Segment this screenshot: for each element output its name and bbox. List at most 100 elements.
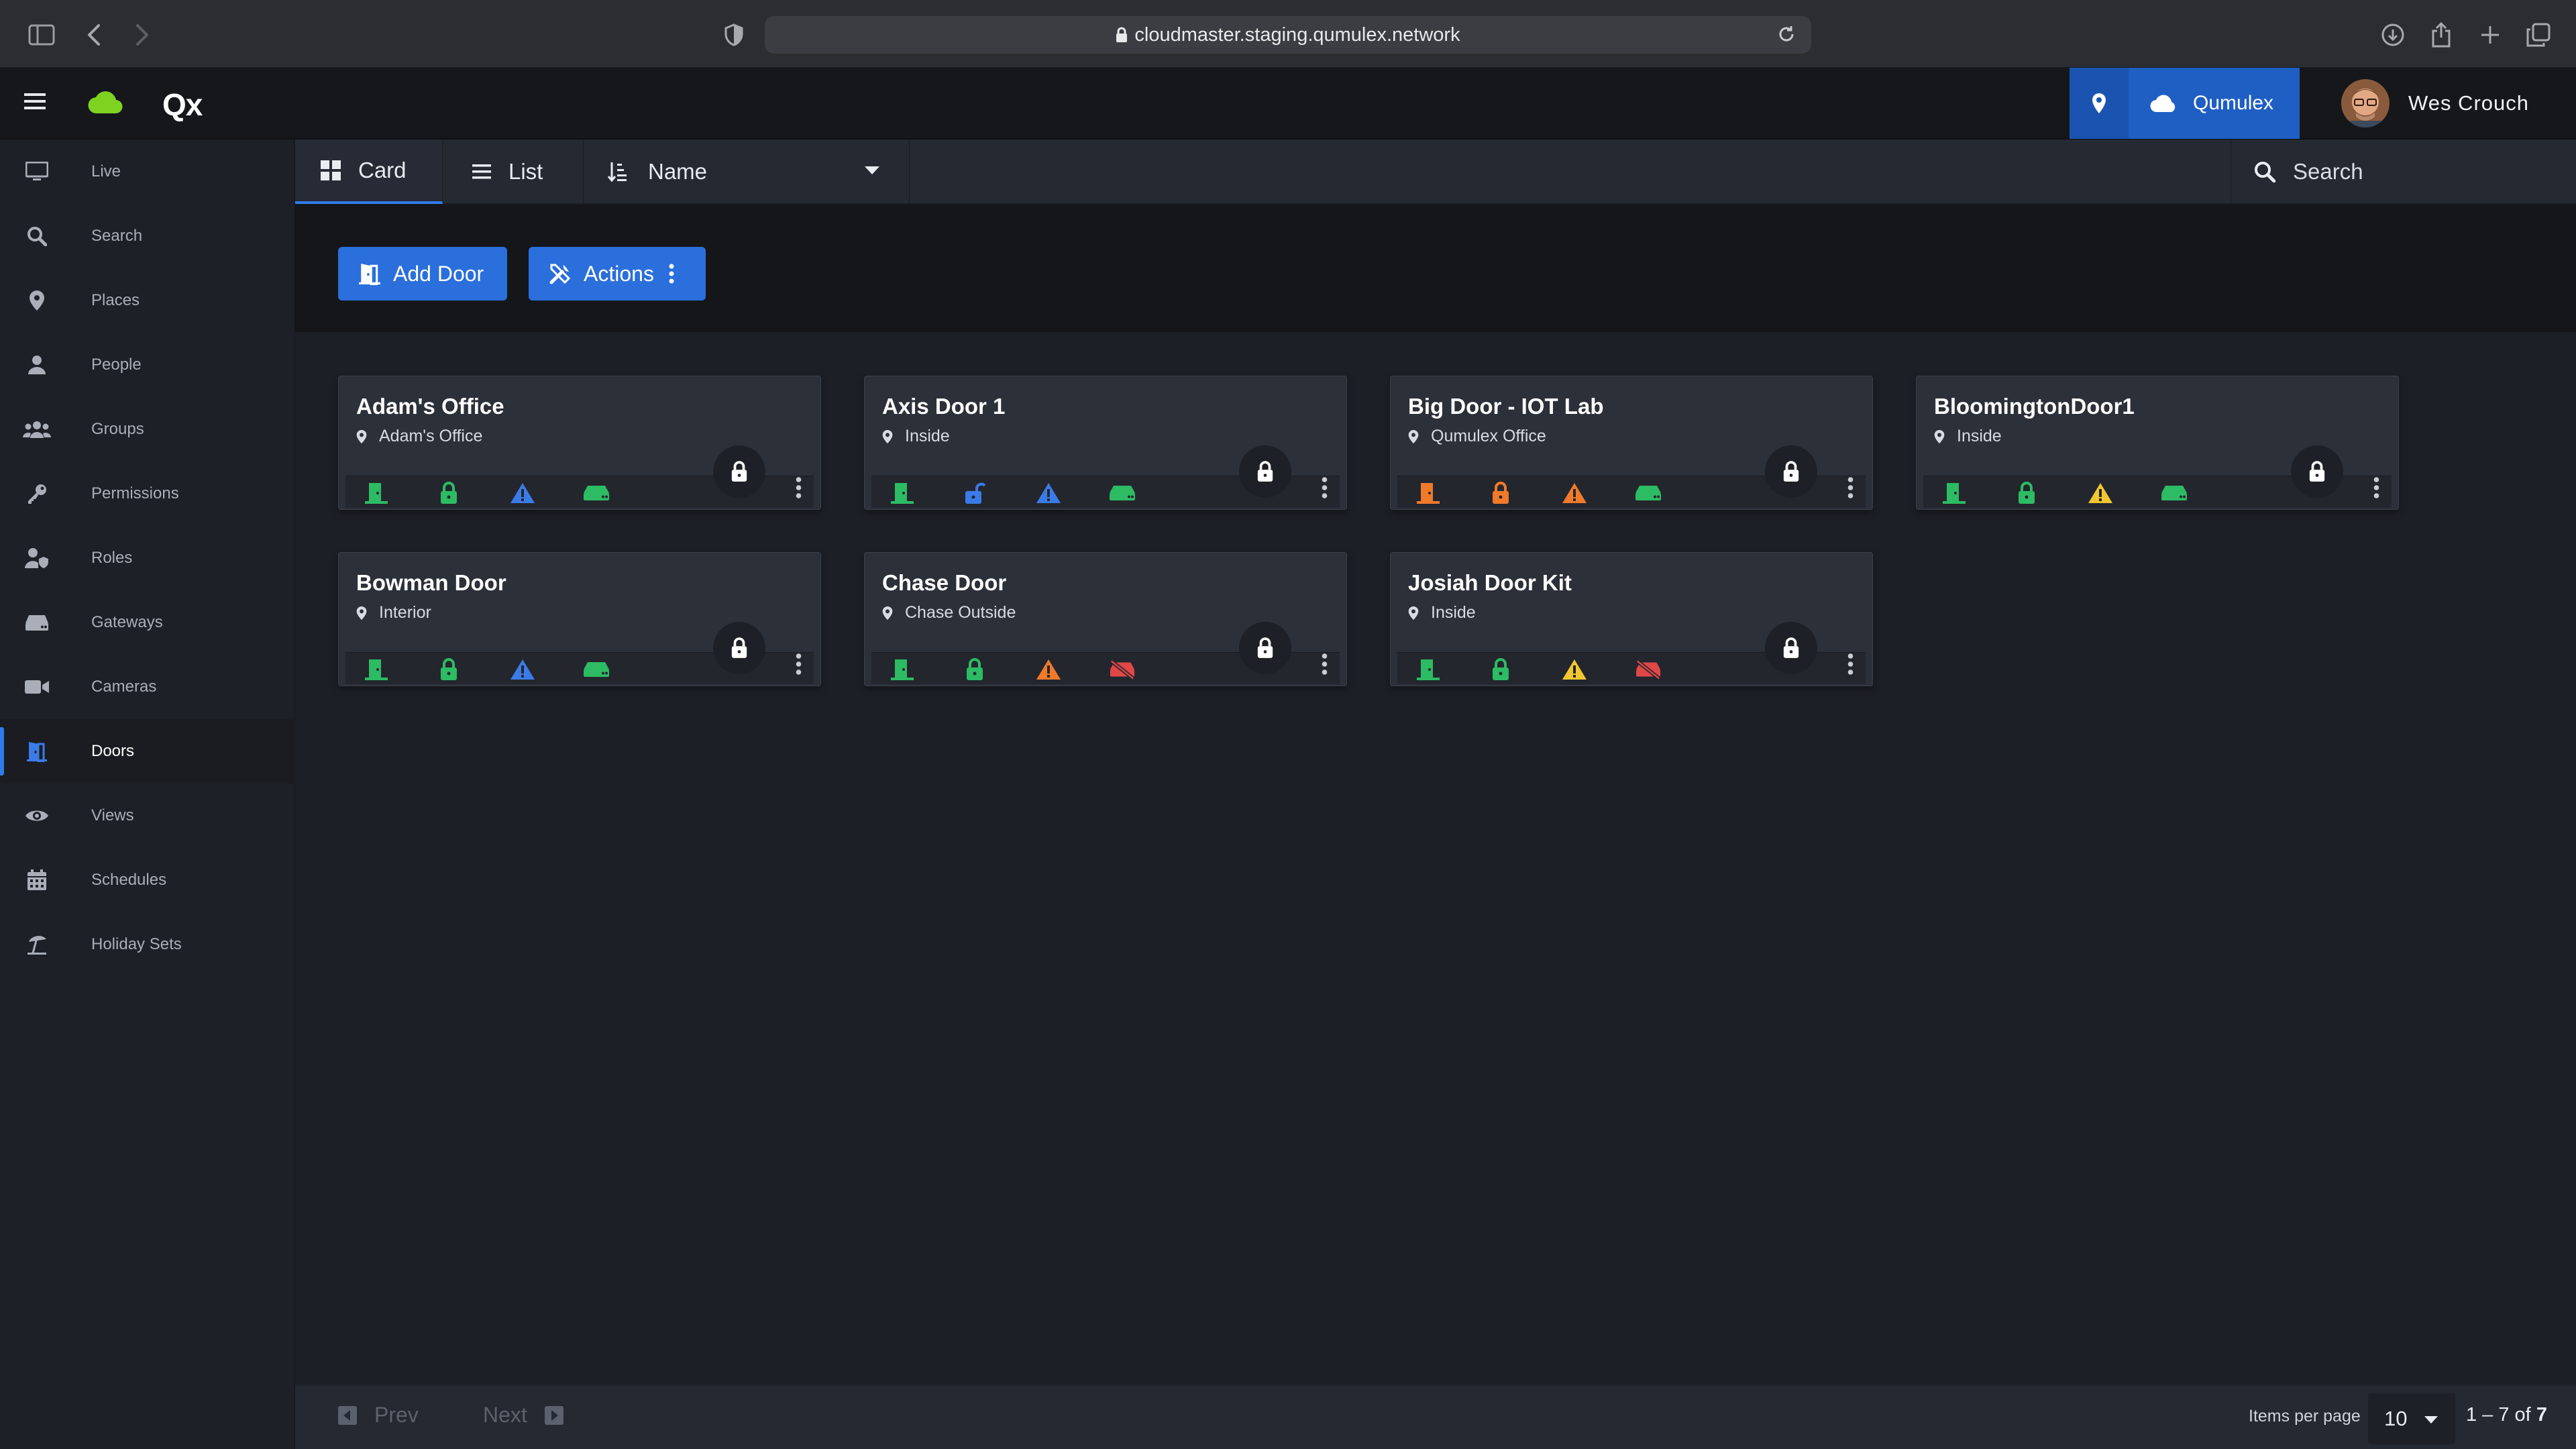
lock-door-button[interactable] bbox=[2291, 445, 2343, 498]
map-pin-icon bbox=[0, 290, 74, 311]
unlock-status-icon bbox=[961, 482, 988, 504]
lock-icon bbox=[1256, 461, 1274, 482]
reload-icon[interactable] bbox=[1776, 24, 1796, 44]
app-header: Qx Qumulex Wes Crouch bbox=[0, 68, 2576, 140]
hardware-offline-icon bbox=[1109, 658, 1136, 681]
door-card[interactable]: Adam's Office Adam's Office bbox=[338, 376, 821, 510]
door-icon bbox=[358, 262, 381, 285]
prev-page-button[interactable]: Prev bbox=[338, 1403, 419, 1428]
sidebar-item-views[interactable]: Views bbox=[0, 784, 295, 848]
door-menu-icon[interactable] bbox=[1847, 653, 1854, 675]
user-menu[interactable]: Wes Crouch bbox=[2341, 79, 2529, 127]
map-pin-icon bbox=[356, 429, 367, 444]
sidebar-item-label: Views bbox=[91, 806, 134, 824]
sidebar-item-label: Roles bbox=[91, 549, 133, 567]
next-page-icon bbox=[544, 1405, 564, 1425]
account-location-button[interactable]: Qumulex bbox=[2070, 68, 2300, 139]
alert-status-icon bbox=[1035, 658, 1062, 681]
door-location: Qumulex Office bbox=[1408, 427, 1546, 446]
sidebar-item-search[interactable]: Search bbox=[0, 204, 295, 268]
lock-icon bbox=[1782, 461, 1800, 482]
forward-icon[interactable] bbox=[127, 20, 157, 50]
door-card[interactable]: Bowman Door Interior bbox=[338, 552, 821, 686]
back-icon[interactable] bbox=[79, 20, 109, 50]
brand-wordmark: Qx bbox=[162, 87, 203, 122]
door-card[interactable]: Big Door - IOT Lab Qumulex Office bbox=[1390, 376, 1873, 510]
tab-label: List bbox=[508, 159, 543, 184]
sidebar-item-people[interactable]: People bbox=[0, 333, 295, 397]
sidebar-item-permissions[interactable]: Permissions bbox=[0, 462, 295, 526]
door-menu-icon[interactable] bbox=[1322, 477, 1328, 498]
door-name: BloomingtonDoor1 bbox=[1934, 394, 2135, 419]
lock-door-button[interactable] bbox=[1239, 445, 1291, 498]
door-menu-icon[interactable] bbox=[796, 477, 802, 498]
door-location: Inside bbox=[1408, 603, 1476, 623]
sidebar-item-schedules[interactable]: Schedules bbox=[0, 848, 295, 912]
lock-status-icon bbox=[961, 658, 988, 681]
door-status-icon bbox=[1415, 658, 1442, 681]
lock-door-button[interactable] bbox=[1765, 622, 1817, 674]
search-input[interactable] bbox=[2293, 159, 2548, 184]
lock-door-button[interactable] bbox=[1765, 445, 1817, 498]
sidebar-item-doors[interactable]: Doors bbox=[0, 719, 295, 784]
door-location-label: Qumulex Office bbox=[1431, 427, 1546, 445]
lock-icon bbox=[2308, 461, 2326, 482]
lock-status-icon bbox=[1487, 658, 1514, 681]
lock-door-button[interactable] bbox=[1239, 622, 1291, 674]
items-per-page-select[interactable]: 10 bbox=[2368, 1393, 2455, 1444]
door-location: Adam's Office bbox=[356, 427, 482, 446]
door-name: Adam's Office bbox=[356, 394, 504, 419]
sidebar-toggle-icon[interactable] bbox=[27, 20, 56, 50]
address-bar[interactable]: cloudmaster.staging.qumulex.network bbox=[765, 16, 1811, 54]
sidebar-item-groups[interactable]: Groups bbox=[0, 397, 295, 462]
tab-overview-icon[interactable] bbox=[2524, 20, 2553, 50]
add-door-button[interactable]: Add Door bbox=[338, 247, 507, 301]
door-menu-icon[interactable] bbox=[1847, 477, 1854, 498]
share-icon[interactable] bbox=[2426, 20, 2456, 50]
door-card[interactable]: BloomingtonDoor1 Inside bbox=[1916, 376, 2399, 510]
browser-toolbar: cloudmaster.staging.qumulex.network bbox=[0, 0, 2576, 68]
door-status-icon bbox=[889, 658, 916, 681]
privacy-shield-icon[interactable] bbox=[719, 20, 749, 50]
tab-list-view[interactable]: List bbox=[443, 140, 584, 204]
next-page-button[interactable]: Next bbox=[483, 1403, 564, 1428]
door-card[interactable]: Axis Door 1 Inside bbox=[864, 376, 1347, 510]
camera-icon bbox=[0, 679, 74, 695]
downloads-icon[interactable] bbox=[2378, 20, 2408, 50]
button-label: Add Door bbox=[393, 261, 484, 286]
lock-door-button[interactable] bbox=[713, 445, 765, 498]
alert-status-icon bbox=[509, 482, 536, 504]
view-toolbar: Card List Name bbox=[295, 140, 2576, 204]
actions-menu-button[interactable]: Actions bbox=[529, 247, 706, 301]
search-box[interactable] bbox=[2231, 140, 2576, 204]
sidebar-item-roles[interactable]: Roles bbox=[0, 526, 295, 590]
sidebar-item-live[interactable]: Live bbox=[0, 140, 295, 204]
door-card[interactable]: Josiah Door Kit Inside bbox=[1390, 552, 1873, 686]
sidebar-item-gateways[interactable]: Gateways bbox=[0, 590, 295, 655]
key-icon bbox=[0, 483, 74, 504]
door-menu-icon[interactable] bbox=[2373, 477, 2379, 498]
tab-card-view[interactable]: Card bbox=[295, 140, 443, 204]
kebab-menu-icon bbox=[669, 264, 674, 284]
grid-icon bbox=[321, 160, 341, 180]
new-tab-icon[interactable] bbox=[2475, 20, 2505, 50]
cloud-logo-icon bbox=[87, 88, 123, 115]
lock-status-icon bbox=[1487, 482, 1514, 504]
door-menu-icon[interactable] bbox=[1322, 653, 1328, 675]
sidebar-item-label: Schedules bbox=[91, 871, 167, 889]
sidebar-item-holiday-sets[interactable]: Holiday Sets bbox=[0, 912, 295, 977]
sidebar-item-label: Search bbox=[91, 227, 143, 245]
sidebar-item-label: Gateways bbox=[91, 613, 163, 631]
sidebar-item-places[interactable]: Places bbox=[0, 268, 295, 333]
door-menu-icon[interactable] bbox=[796, 653, 802, 675]
door-card[interactable]: Chase Door Chase Outside bbox=[864, 552, 1347, 686]
door-status-icon bbox=[1415, 482, 1442, 504]
sort-dropdown[interactable]: Name bbox=[584, 140, 910, 204]
hamburger-menu-icon[interactable] bbox=[24, 92, 46, 111]
door-name: Bowman Door bbox=[356, 570, 506, 595]
door-name: Josiah Door Kit bbox=[1408, 570, 1572, 595]
lock-door-button[interactable] bbox=[713, 622, 765, 674]
sidebar-item-cameras[interactable]: Cameras bbox=[0, 655, 295, 719]
prev-label: Prev bbox=[374, 1403, 419, 1427]
url-text: cloudmaster.staging.qumulex.network bbox=[1134, 23, 1460, 46]
